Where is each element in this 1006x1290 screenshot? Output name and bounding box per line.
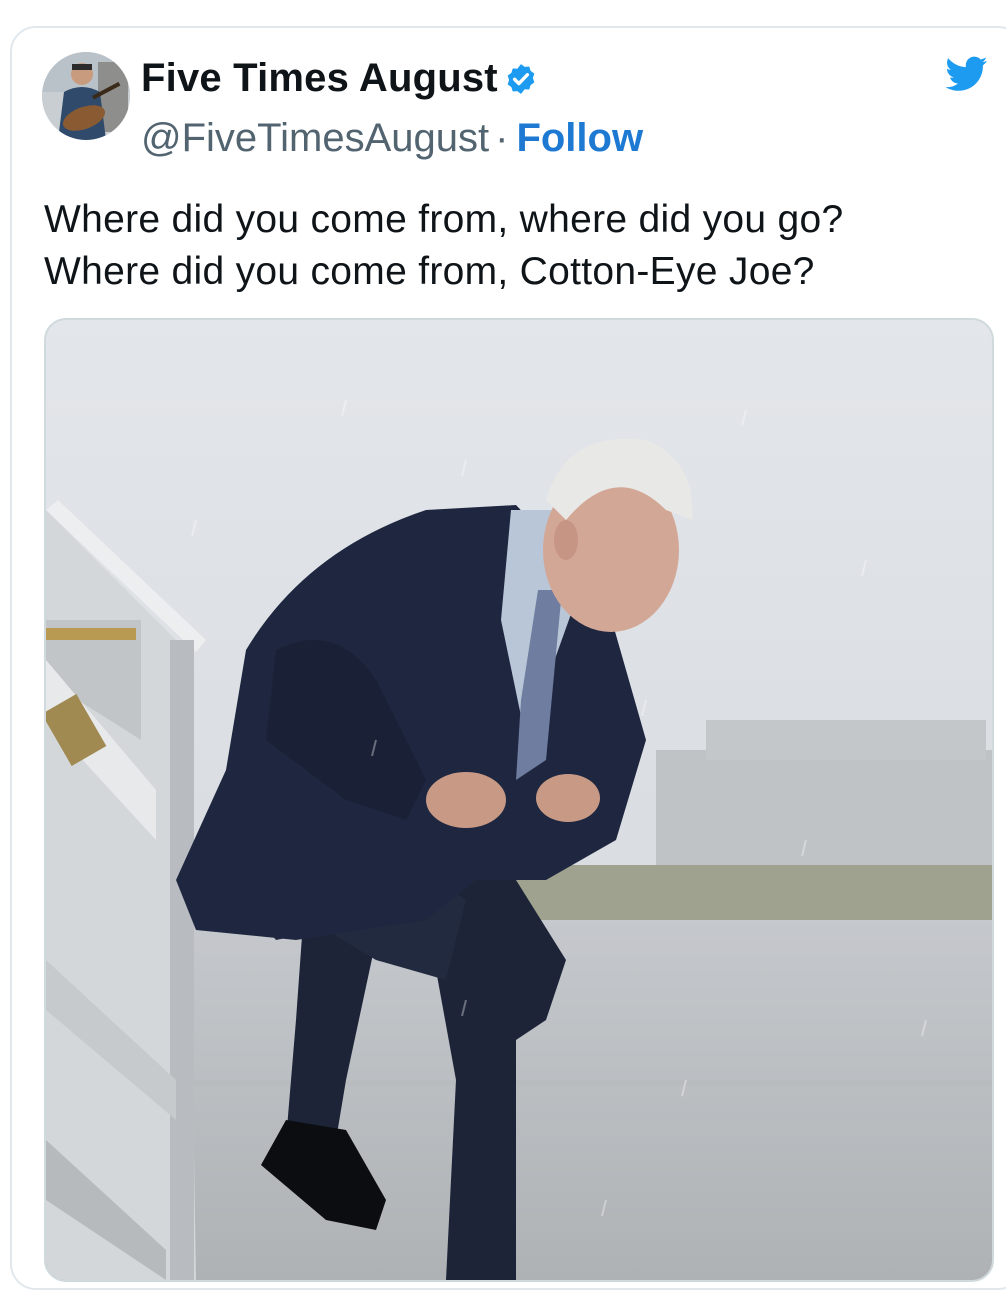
- author-name-row[interactable]: Five Times August: [141, 56, 538, 101]
- handle[interactable]: @FiveTimesAugust: [141, 116, 489, 161]
- tweet-text: Where did you come from, where did you g…: [44, 198, 844, 293]
- twitter-bird-icon[interactable]: [946, 56, 988, 92]
- display-name[interactable]: Five Times August: [141, 56, 498, 101]
- handle-row: @FiveTimesAugust · Follow: [141, 116, 643, 161]
- tweet-photo[interactable]: [44, 318, 994, 1282]
- avatar-image: [42, 52, 130, 140]
- avatar[interactable]: [42, 52, 130, 140]
- verified-badge-icon: [507, 63, 535, 94]
- photo-scene: [46, 320, 992, 1280]
- separator-dot: ·: [495, 116, 509, 160]
- follow-button[interactable]: Follow: [516, 116, 643, 161]
